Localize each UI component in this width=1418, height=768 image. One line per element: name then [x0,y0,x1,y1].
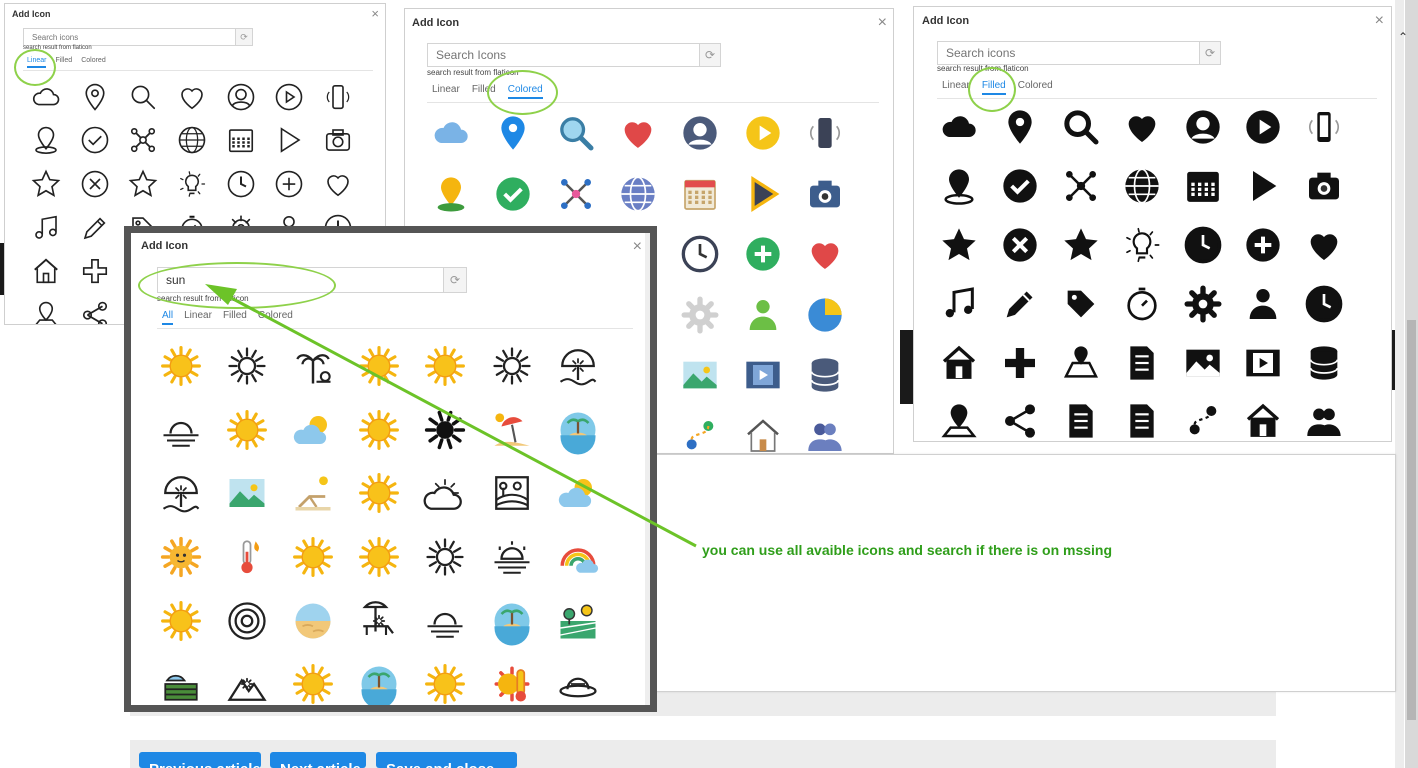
annotation-arrow [205,284,697,548]
